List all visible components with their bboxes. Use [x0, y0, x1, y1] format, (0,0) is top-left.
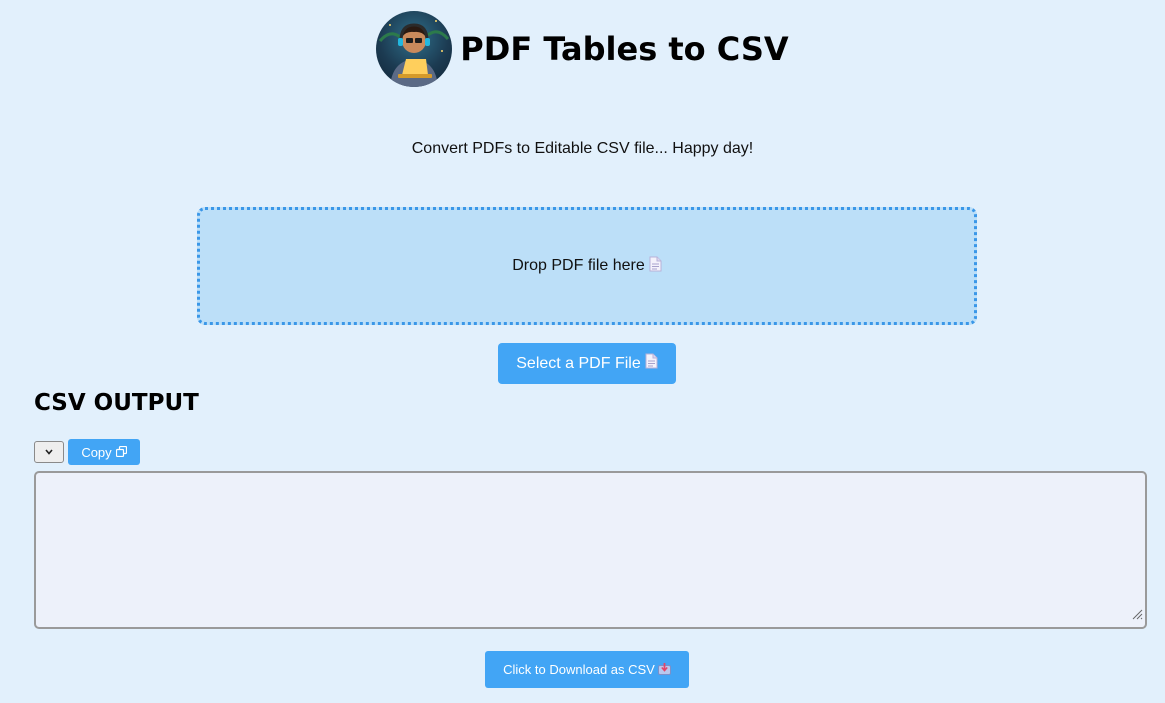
select-pdf-button[interactable]: Select a PDF File — [498, 343, 676, 384]
download-csv-button[interactable]: Click to Download as CSV — [485, 651, 689, 688]
resize-handle-icon[interactable] — [1131, 607, 1143, 625]
app-header: PDF Tables to CSV — [0, 11, 1165, 87]
select-pdf-label: Select a PDF File — [516, 354, 641, 372]
copy-label: Copy — [81, 444, 112, 460]
document-icon — [645, 353, 658, 374]
tagline: Convert PDFs to Editable CSV file... Hap… — [411, 140, 754, 157]
chevron-down-icon — [44, 443, 54, 461]
csv-output-heading: CSV OUTPUT — [34, 390, 199, 416]
copy-icon — [115, 445, 127, 460]
copy-button[interactable]: Copy — [68, 439, 140, 465]
table-select-dropdown[interactable] — [34, 441, 64, 463]
download-csv-label: Click to Download as CSV — [503, 662, 655, 677]
pdf-dropzone[interactable]: Drop PDF file here — [197, 207, 977, 325]
csv-output-textarea[interactable] — [34, 471, 1147, 629]
coder-avatar-icon — [376, 11, 453, 87]
page-title: PDF Tables to CSV — [460, 30, 789, 68]
document-icon — [649, 256, 662, 277]
download-icon — [657, 662, 671, 678]
dropzone-label: Drop PDF file here — [512, 257, 645, 274]
